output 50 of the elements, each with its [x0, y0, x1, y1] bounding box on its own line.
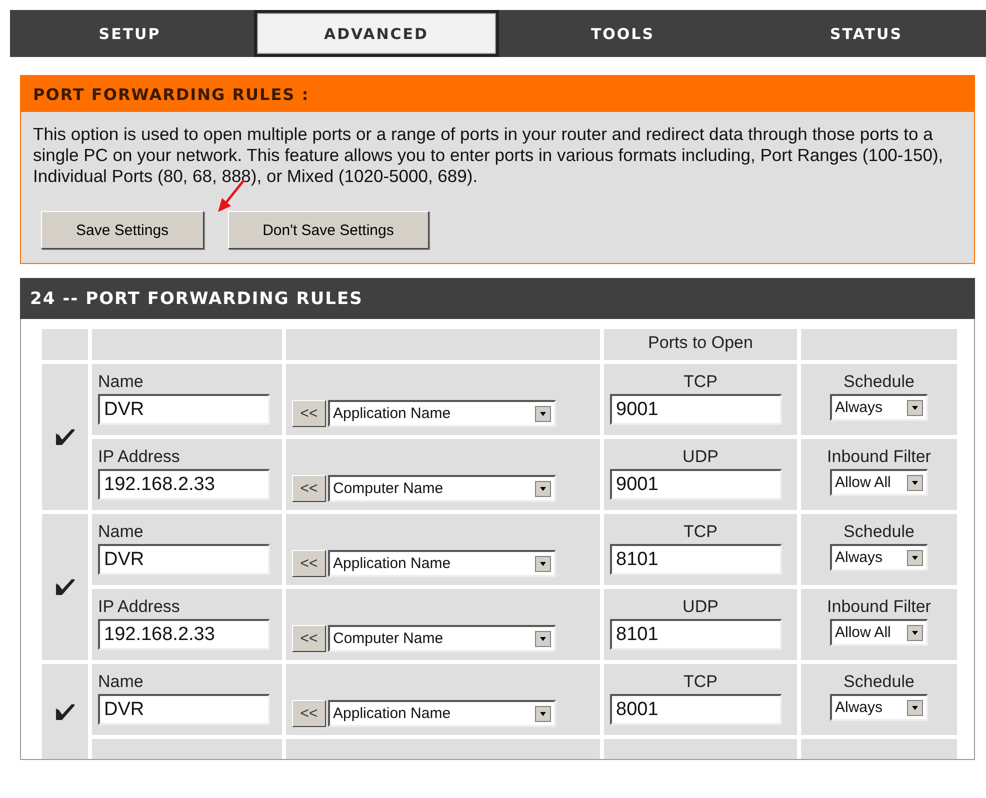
field-label: Schedule — [842, 372, 916, 392]
fill-button[interactable]: << — [292, 400, 326, 427]
application-dropdown[interactable]: Application Name — [328, 400, 556, 427]
name-field[interactable]: DVR — [98, 694, 270, 725]
ip-address-field[interactable]: 192.168.2.33 — [98, 469, 270, 500]
nav-tab[interactable]: ADVANCED — [254, 10, 499, 57]
computer-dropdown[interactable]: Computer Name — [328, 475, 556, 502]
field-label: IP Address — [98, 447, 181, 467]
description-text: This option is used to open multiple ports or a range of ports in your router and redirect data through those ports to a single PC on your network. This feature allows you to enter ports in various formats including, Port Ranges (100-150), Individual Ports (80, 68, 888), or Mixed (1020-5000, 689). — [32, 123, 944, 187]
inbound-filter-dropdown[interactable]: Allow All — [830, 469, 928, 496]
name-field[interactable]: DVR — [98, 544, 270, 575]
section-title: 24 -- PORT FORWARDING RULES — [20, 278, 975, 319]
ip-address-field[interactable]: 192.168.2.33 — [98, 619, 270, 650]
fill-button[interactable]: << — [292, 550, 326, 577]
field-label: Name — [98, 522, 144, 542]
schedule-dropdown[interactable]: Always — [830, 694, 928, 721]
field-label: TCP — [682, 522, 718, 542]
application-dropdown[interactable]: Application Name — [328, 550, 556, 577]
port-field[interactable]: 9001 — [610, 469, 782, 500]
inbound-filter-dropdown[interactable]: Allow All — [830, 619, 928, 646]
application-dropdown[interactable]: Application Name — [328, 700, 556, 727]
cancel-button[interactable]: Don't Save Settings — [228, 211, 429, 249]
section-title: PORT FORWARDING RULES : — [21, 76, 974, 112]
field-label: UDP — [682, 597, 720, 617]
name-field[interactable]: DVR — [98, 394, 270, 425]
schedule-dropdown[interactable]: Always — [830, 544, 928, 571]
fill-button[interactable]: << — [292, 475, 326, 502]
field-label: Name — [98, 672, 144, 692]
schedule-dropdown[interactable]: Always — [830, 394, 928, 421]
computer-dropdown[interactable]: Computer Name — [328, 625, 556, 652]
checkbox-checked-icon[interactable] — [53, 426, 77, 448]
column-heading: Ports to Open — [647, 333, 754, 353]
field-label: Name — [98, 372, 144, 392]
field-label: TCP — [682, 672, 718, 692]
port-field[interactable]: 8101 — [610, 619, 782, 650]
field-label: Schedule — [842, 672, 916, 692]
table-cell — [42, 329, 88, 360]
field-label: Inbound Filter — [826, 597, 932, 617]
checkbox-checked-icon[interactable] — [53, 576, 77, 598]
field-label: Inbound Filter — [826, 447, 932, 467]
field-label: UDP — [682, 447, 720, 467]
field-label: Schedule — [842, 522, 916, 542]
port-field[interactable]: 8101 — [610, 544, 782, 575]
fill-button[interactable]: << — [292, 625, 326, 652]
field-label: IP Address — [98, 597, 181, 617]
fill-button[interactable]: << — [292, 700, 326, 727]
port-field[interactable]: 9001 — [610, 394, 782, 425]
save-button[interactable]: Save Settings — [41, 211, 204, 249]
port-field[interactable]: 8001 — [610, 694, 782, 725]
field-label: TCP — [682, 372, 718, 392]
